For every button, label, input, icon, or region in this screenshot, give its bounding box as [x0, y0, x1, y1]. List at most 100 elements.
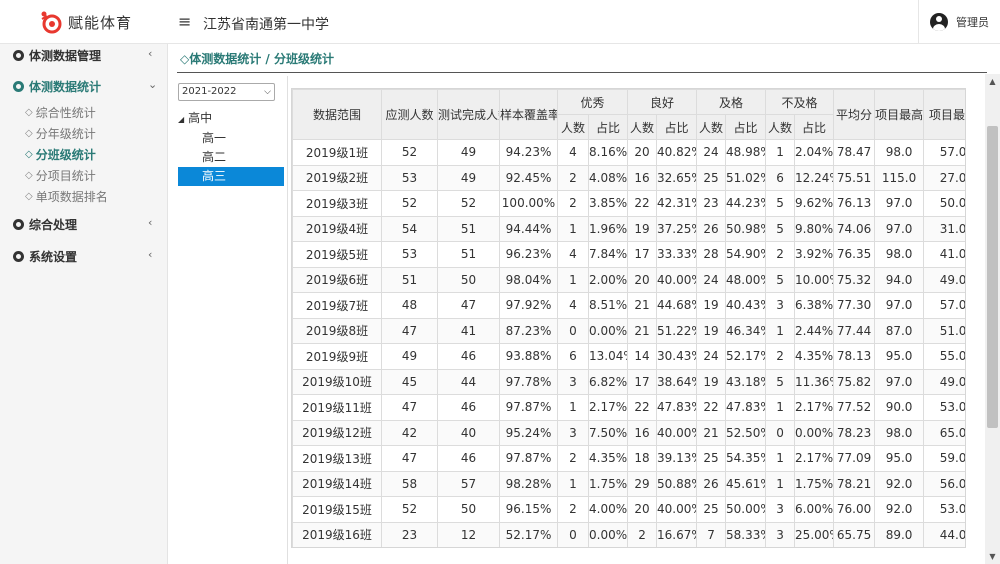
table-cell: 44.0 — [923, 521, 965, 547]
table-cell: 51.0 — [923, 317, 965, 344]
sidebar-group-settings[interactable]: 系统设置 ‹ — [0, 245, 168, 267]
table-cell: 45 — [381, 368, 438, 395]
table-cell: 4 — [557, 292, 589, 319]
table-row[interactable]: 2019级5班535196.23%47.84%1733.33%2854.90%2… — [292, 241, 965, 268]
user-avatar-icon — [930, 13, 948, 31]
table-cell: 53.0 — [923, 496, 965, 523]
table-cell: 1 — [557, 394, 589, 421]
table-cell: 77.52 — [833, 394, 876, 421]
table-cell: 57.0 — [923, 292, 965, 319]
tree-node-grade-3[interactable]: 高三 — [178, 167, 284, 186]
table-cell: 77.09 — [833, 445, 876, 472]
col-header-min: 项目最低 — [923, 89, 965, 140]
table-cell: 2019级8班 — [292, 317, 382, 344]
table-cell: 47 — [381, 394, 438, 421]
sidebar-item-label: 分项目统计 — [35, 168, 96, 183]
table-row[interactable]: 2019级8班474187.23%00.00%2151.22%1946.34%1… — [292, 317, 965, 344]
table-cell: 51 — [437, 215, 500, 242]
table-row[interactable]: 2019级11班474697.87%12.17%2247.83%2247.83%… — [292, 394, 965, 421]
group-icon — [13, 218, 24, 230]
tree-expand-icon[interactable]: ◢ — [178, 115, 184, 124]
app-logo[interactable]: 赋能体育 — [0, 0, 168, 44]
table-cell: 42 — [381, 419, 438, 446]
table-row[interactable]: 2019级15班525096.15%24.00%2040.00%2550.00%… — [292, 496, 965, 523]
col-header-pass: 及格 — [696, 89, 767, 115]
table-row[interactable]: 2019级7班484797.92%48.51%2144.68%1940.43%3… — [292, 292, 965, 319]
table-cell: 48.00% — [725, 266, 767, 293]
sidebar-item-by-grade[interactable]: ◇ 分年级统计 — [25, 123, 165, 143]
tree-node-grade-2[interactable]: 高二 — [178, 148, 284, 167]
table-cell: 22 — [696, 394, 727, 421]
group-icon — [13, 49, 24, 61]
table-cell: 43.18% — [725, 368, 767, 395]
table-cell: 1.75% — [587, 470, 629, 497]
school-name: 江苏省南通第一中学 — [203, 17, 329, 33]
table-cell: 9.80% — [794, 215, 835, 242]
table-cell: 97.92% — [499, 292, 558, 319]
table-row[interactable]: 2019级2班534992.45%24.08%1632.65%2551.02%6… — [292, 164, 965, 191]
table-cell: 49 — [437, 139, 500, 166]
table-row[interactable]: 2019级16班231252.17%00.00%216.67%758.33%32… — [292, 521, 965, 547]
table-row[interactable]: 2019级1班524994.23%48.16%2040.82%2448.98%1… — [292, 139, 965, 166]
scroll-down-icon[interactable]: ▼ — [985, 549, 1000, 564]
col-header-completed: 测试完成人数 — [437, 89, 500, 140]
col-subheader-ratio: 占比 — [656, 114, 698, 140]
table-cell: 14 — [627, 343, 658, 370]
page-scrollbar[interactable]: ▲ ▼ — [985, 74, 1000, 564]
sidebar-group-data-statistics[interactable]: 体测数据统计 ⌄ — [0, 75, 168, 97]
col-header-fail: 不及格 — [765, 89, 835, 115]
table-row[interactable]: 2019级3班5252100.00%23.85%2242.31%2344.23%… — [292, 190, 965, 217]
class-stats-table-container[interactable]: 数据范围 应测人数 测试完成人数 样本覆盖率 优秀 良好 及格 不及格 平均分 … — [291, 88, 966, 548]
table-cell: 18 — [627, 445, 658, 472]
table-cell: 40.82% — [656, 139, 698, 166]
table-row[interactable]: 2019级6班515098.04%12.00%2040.00%2448.00%5… — [292, 266, 965, 293]
sidebar-item-by-class[interactable]: ◇ 分班级统计 — [25, 144, 165, 164]
menu-toggle-icon[interactable]: ≡ — [178, 13, 191, 31]
table-row[interactable]: 2019级10班454497.78%36.82%1738.64%1943.18%… — [292, 368, 965, 395]
table-cell: 52 — [381, 190, 438, 217]
table-row[interactable]: 2019级13班474697.87%24.35%1839.13%2554.35%… — [292, 445, 965, 472]
chevron-left-icon: ‹ — [148, 248, 153, 261]
table-cell: 100.00% — [499, 190, 558, 217]
table-cell: 1 — [765, 470, 796, 497]
table-cell: 74.06 — [833, 215, 876, 242]
table-cell: 76.35 — [833, 241, 876, 268]
table-cell: 96.23% — [499, 241, 558, 268]
table-cell: 8.51% — [587, 292, 629, 319]
year-select[interactable]: 2021-2022 ⌵ — [178, 83, 275, 101]
scroll-up-icon[interactable]: ▲ — [985, 74, 1000, 89]
table-cell: 56.0 — [923, 470, 965, 497]
table-cell: 50.98% — [725, 215, 767, 242]
table-cell: 52 — [381, 496, 438, 523]
table-cell: 51.02% — [725, 164, 767, 191]
table-cell: 21 — [627, 317, 658, 344]
user-menu[interactable]: 管理员 — [918, 0, 1000, 44]
table-row[interactable]: 2019级12班424095.24%37.50%1640.00%2152.50%… — [292, 419, 965, 446]
col-header-good: 良好 — [627, 89, 698, 115]
sidebar-group-data-management[interactable]: 体测数据管理 ‹ — [0, 44, 168, 66]
sidebar-item-by-project[interactable]: ◇ 分项目统计 — [25, 165, 165, 185]
sidebar-item-comprehensive[interactable]: ◇ 综合性统计 — [25, 102, 165, 122]
table-cell: 44 — [437, 368, 500, 395]
tree-node-senior-high[interactable]: ◢ 高中 — [178, 109, 212, 128]
sidebar-item-single-ranking[interactable]: ◇ 单项数据排名 — [25, 186, 165, 206]
table-cell: 42.31% — [656, 190, 698, 217]
table-cell: 5 — [765, 368, 796, 395]
scroll-thumb[interactable] — [987, 126, 998, 428]
table-cell: 2 — [557, 445, 589, 472]
table-cell: 2019级9班 — [292, 343, 382, 370]
table-row[interactable]: 2019级9班494693.88%613.04%1430.43%2452.17%… — [292, 343, 965, 370]
sidebar-group-processing[interactable]: 综合处理 ‹ — [0, 213, 168, 235]
table-cell: 50 — [437, 496, 500, 523]
table-cell: 0.00% — [794, 419, 835, 446]
table-cell: 54.90% — [725, 241, 767, 268]
tree-node-grade-1[interactable]: 高一 — [178, 129, 284, 148]
table-row[interactable]: 2019级4班545194.44%11.96%1937.25%2650.98%5… — [292, 215, 965, 242]
table-cell: 46 — [437, 343, 500, 370]
table-cell: 55.0 — [923, 343, 965, 370]
table-cell: 4.35% — [794, 343, 835, 370]
table-cell: 26 — [696, 215, 727, 242]
table-row[interactable]: 2019级14班585798.28%11.75%2950.88%2645.61%… — [292, 470, 965, 497]
table-cell: 2 — [765, 343, 796, 370]
table-cell: 46.34% — [725, 317, 767, 344]
